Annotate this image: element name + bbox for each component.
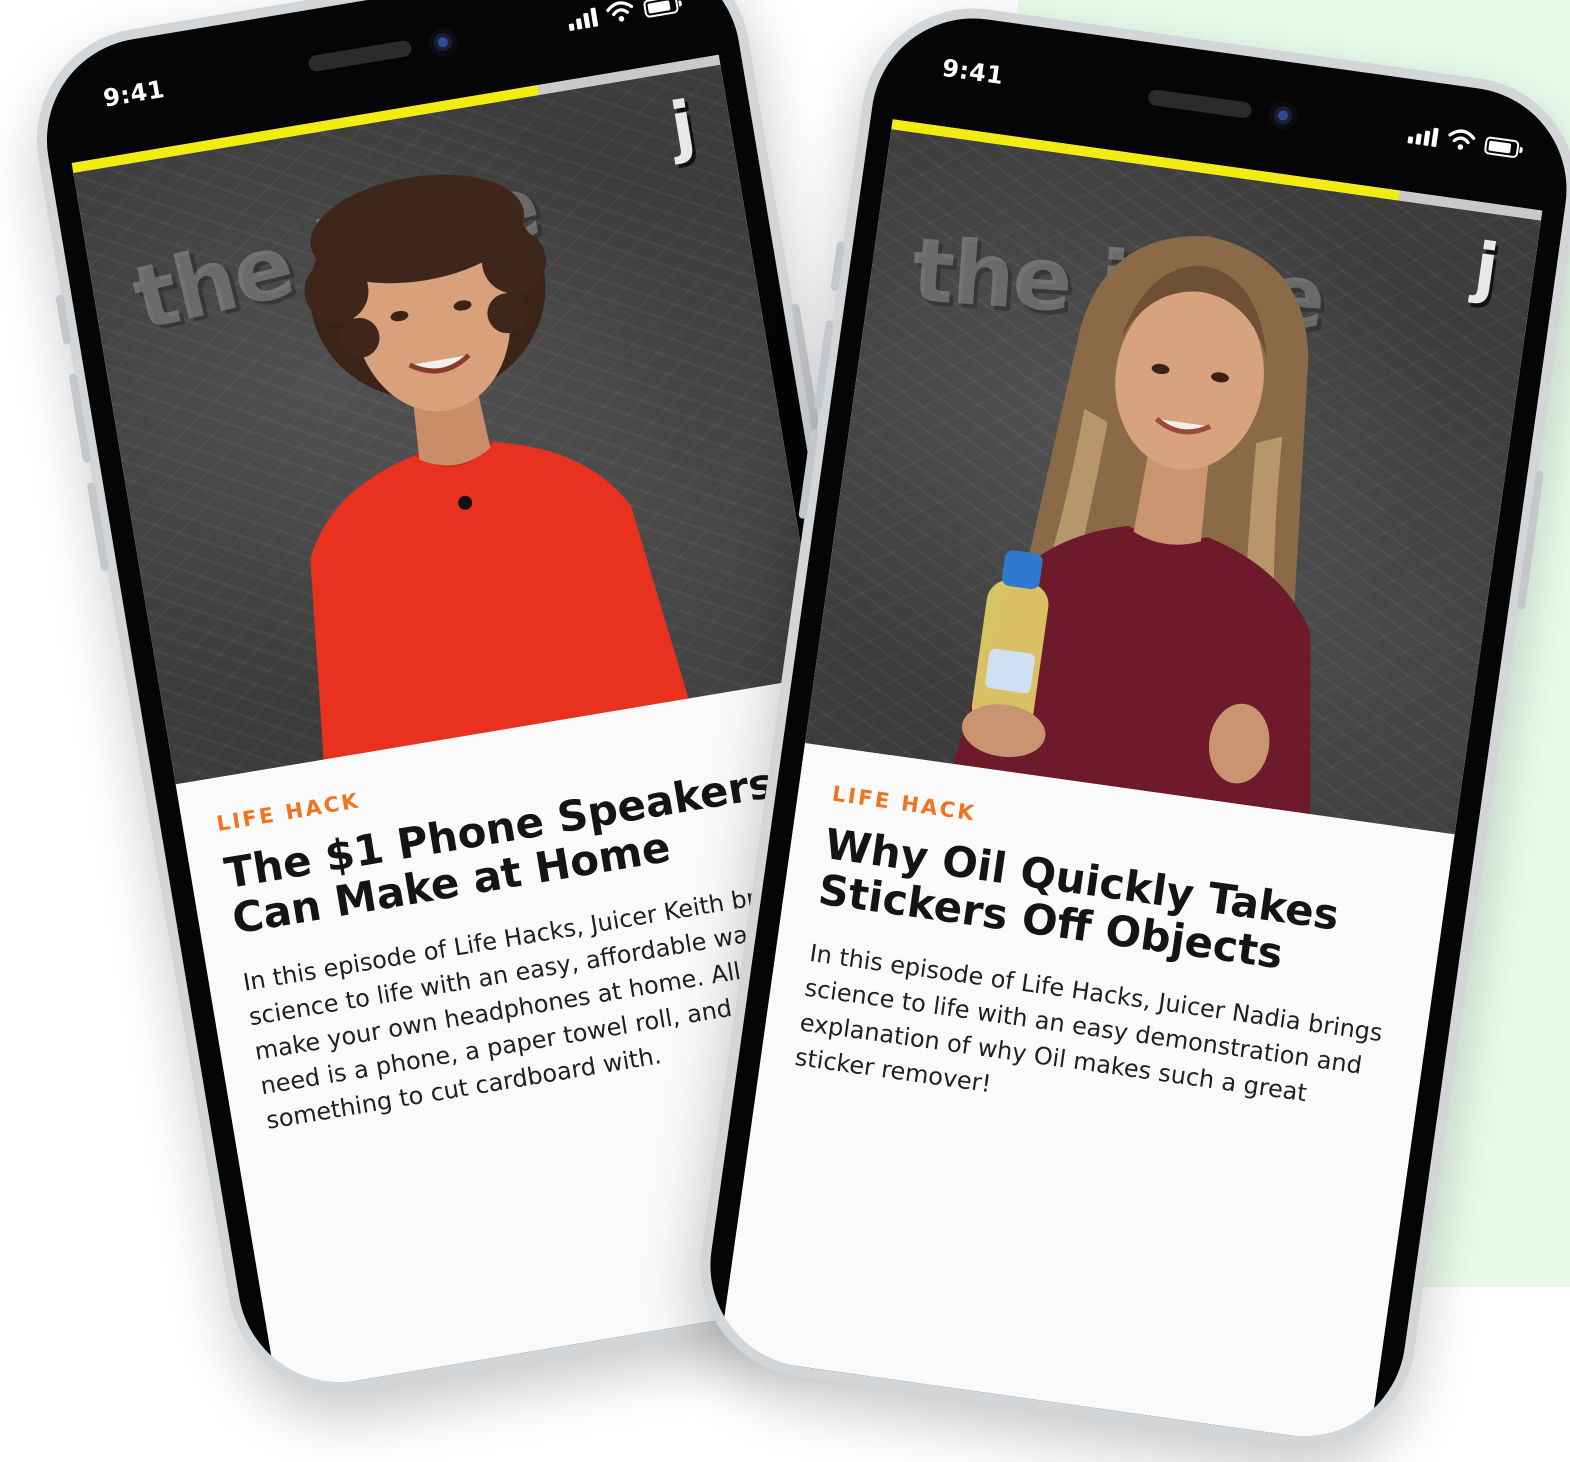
mute-switch bbox=[55, 294, 72, 345]
earpiece-speaker bbox=[1147, 88, 1253, 120]
status-time: 9:41 bbox=[101, 74, 167, 113]
earpiece-speaker bbox=[307, 39, 413, 73]
wifi-icon bbox=[606, 1, 634, 22]
front-camera bbox=[1267, 99, 1299, 132]
video-player[interactable]: the juice j bbox=[805, 129, 1541, 835]
presenter-keith-image bbox=[304, 174, 689, 760]
presenter-nadia-image bbox=[953, 236, 1311, 815]
status-icons bbox=[1407, 121, 1520, 159]
wifi-icon bbox=[1448, 129, 1476, 150]
app-screen[interactable]: the juice j bbox=[719, 119, 1543, 1447]
status-icons bbox=[566, 0, 680, 32]
battery-icon bbox=[1483, 136, 1520, 159]
mute-switch bbox=[830, 240, 846, 292]
cellular-signal-icon bbox=[566, 7, 599, 32]
battery-icon bbox=[642, 0, 680, 19]
video-player[interactable]: the juice j bbox=[73, 64, 823, 785]
episode-card[interactable]: LIFE HACK Why Oil Quickly Takes Stickers… bbox=[719, 743, 1455, 1447]
front-camera bbox=[426, 26, 459, 59]
status-time: 9:41 bbox=[940, 53, 1006, 91]
cellular-signal-icon bbox=[1407, 123, 1439, 148]
